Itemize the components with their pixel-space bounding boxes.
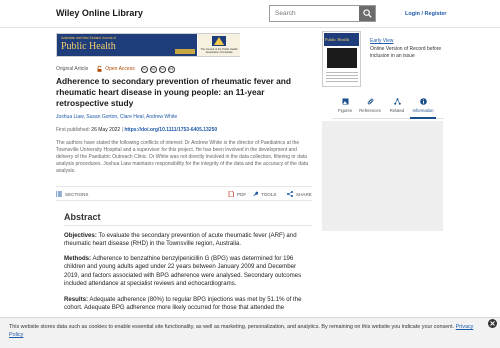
wrench-icon [252, 191, 258, 197]
active-tab-indicator [410, 117, 436, 119]
image-icon [342, 98, 348, 105]
list-icon [56, 191, 62, 197]
partner-logo: The Journal of the Public Health Associa… [198, 34, 240, 56]
article-type: Original Article [56, 66, 89, 72]
abstract-methods: Methods: Adherence to benzathine benzylp… [64, 255, 312, 289]
search-icon [362, 9, 372, 18]
by-icon: by [149, 65, 157, 73]
article-title: Adherence to secondary prevention of rhe… [56, 76, 292, 108]
emblem-icon [212, 36, 226, 46]
banner-tag [175, 49, 195, 54]
network-icon [393, 98, 401, 105]
publication-info: First published: 26 May 2022 | https://d… [56, 127, 217, 133]
tools-label: TOOLS [261, 191, 277, 197]
sections-button[interactable]: SECTIONS [56, 191, 88, 197]
journal-name-small: Australian and New Zealand Journal of [61, 36, 116, 40]
doi-link[interactable]: https://doi.org/10.1111/1753-6405.13250 [124, 127, 217, 133]
open-lock-icon [97, 66, 102, 72]
tab-information-label: Information [412, 108, 434, 113]
tab-related[interactable]: Related [384, 98, 410, 113]
abstract-objectives: Objectives: To evaluate the secondary pr… [64, 232, 312, 249]
author-list[interactable]: Joshua Liaw, Susan Gorton, Clare Heal, A… [56, 114, 177, 120]
share-label: SHARE [296, 191, 312, 197]
open-access-label: Open Access [105, 66, 135, 72]
conflict-statement: The authors have stated the following co… [56, 140, 309, 174]
tab-figures[interactable]: Figures [332, 98, 358, 113]
pdf-button[interactable]: PDF [228, 191, 246, 197]
search-box [269, 5, 376, 22]
objectives-label: Objectives: [64, 232, 97, 239]
tab-information[interactable]: Information [410, 98, 436, 113]
first-published-date: 26 May 2022 [91, 127, 121, 133]
early-view-link[interactable]: Early View [370, 38, 394, 44]
share-icon [287, 191, 293, 197]
site-logo[interactable]: Wiley Online Library [56, 8, 143, 18]
cover-title: Public Health [325, 37, 350, 42]
cookie-text: This website stores data such as cookies… [9, 324, 456, 330]
nd-icon: nd [167, 65, 175, 73]
license-icons[interactable]: cc by nc nd [140, 65, 177, 73]
journal-name-big: Public Health [61, 41, 116, 52]
sections-label: SECTIONS [65, 191, 89, 197]
abstract-divider [64, 225, 312, 226]
open-access-badge: Open Access [97, 66, 135, 72]
objectives-text: To evaluate the secondary prevention of … [64, 232, 297, 248]
results-text: Adequate adherence (80%) to regular BPG … [64, 296, 302, 312]
cookie-banner: This website stores data such as cookies… [0, 317, 500, 348]
methods-text: Adherence to benzathine benzylpenicillin… [64, 255, 302, 288]
info-icon [419, 98, 427, 105]
abstract-heading: Abstract [64, 212, 101, 222]
pdf-icon [228, 191, 234, 197]
search-input[interactable] [270, 6, 360, 21]
close-icon [490, 321, 495, 326]
top-bar: Wiley Online Library Login / Register [0, 0, 500, 28]
tab-references[interactable]: References [357, 98, 383, 113]
journal-banner[interactable]: Australian and New Zealand Journal of Pu… [56, 33, 240, 57]
journal-cover[interactable]: Public Health [322, 31, 361, 87]
online-version-text: Online Version of Record before inclusio… [370, 46, 442, 59]
methods-label: Methods: [64, 255, 92, 262]
cc-icon: cc [140, 65, 148, 73]
abstract-results: Results: Adequate adherence (80%) to reg… [64, 296, 312, 313]
tab-related-label: Related [389, 108, 405, 113]
link-icon [367, 98, 373, 105]
partner-text: The Journal of the Public Health Associa… [200, 48, 238, 55]
tab-figures-label: Figures [338, 108, 352, 113]
results-label: Results: [64, 296, 89, 303]
cover-header: Public Health [324, 33, 359, 46]
article-toolbar: SECTIONS PDF TOOLS SHARE [56, 186, 312, 201]
first-published-label: First published: [56, 127, 90, 133]
pdf-label: PDF [237, 191, 247, 197]
tab-references-label: References [359, 108, 381, 113]
cover-image [327, 48, 357, 68]
cookie-message: This website stores data such as cookies… [9, 323, 479, 339]
article-meta: Original Article Open Access cc by nc nd [56, 65, 177, 73]
tools-button[interactable]: TOOLS [252, 191, 277, 197]
search-button[interactable] [359, 6, 375, 21]
login-register-link[interactable]: Login / Register [405, 11, 447, 17]
share-button[interactable]: SHARE [287, 191, 312, 197]
information-panel [322, 121, 443, 231]
cookie-close-button[interactable] [488, 319, 497, 328]
journal-banner-title: Australian and New Zealand Journal of Pu… [57, 34, 197, 56]
cover-text-lines [326, 70, 358, 84]
nc-icon: nc [158, 65, 166, 73]
sidebar-tabs: Figures References Related Information [332, 98, 442, 118]
